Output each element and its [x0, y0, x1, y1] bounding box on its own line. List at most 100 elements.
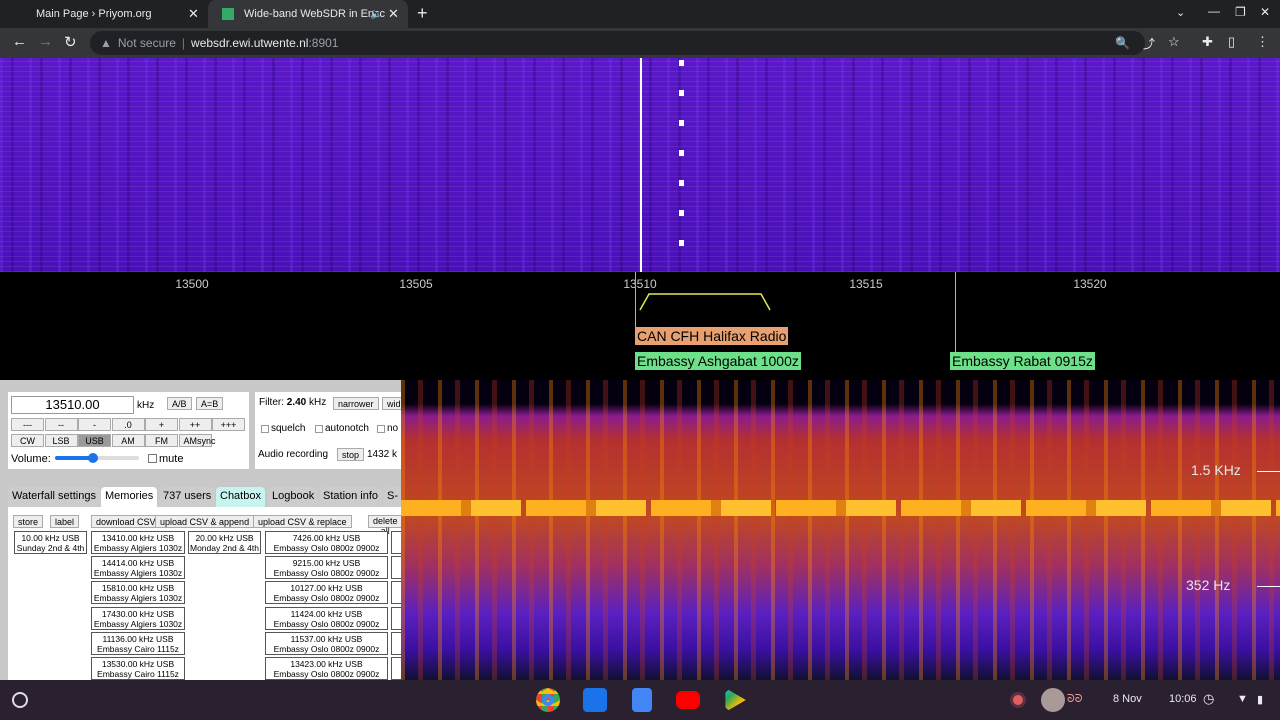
zoom-icon[interactable]: 🔍: [1115, 36, 1130, 50]
sidepanel-icon[interactable]: ▯: [1228, 34, 1235, 50]
share-icon[interactable]: ⤴: [1143, 35, 1155, 52]
launcher-icon[interactable]: [12, 692, 28, 708]
maximize-icon[interactable]: ❐: [1235, 5, 1246, 19]
volume-slider[interactable]: [55, 453, 139, 463]
reload-icon[interactable]: ↻: [64, 33, 77, 51]
youtube-icon[interactable]: [676, 691, 700, 709]
spectrum-marker: [1257, 471, 1280, 472]
step-button[interactable]: --: [44, 418, 78, 431]
new-tab-icon[interactable]: +: [417, 3, 428, 24]
memory-entry[interactable]: 13410.00 kHz USB Embassy Algiers 1030z: [91, 531, 185, 554]
wifi-icon[interactable]: ▼: [1237, 693, 1248, 705]
squelch-checkbox[interactable]: [261, 425, 269, 433]
memory-entry[interactable]: 11424.00 kHz USB Embassy Oslo 0800z 0900z: [265, 606, 388, 630]
step-button[interactable]: +: [145, 418, 178, 431]
url-field[interactable]: ▲ Not secure | websdr.ewi.utwente.nl:890…: [90, 31, 1145, 55]
tab-bar: Main Page › Priyom.org ✕ Wide-band WebSDR…: [0, 0, 1280, 28]
panel-tab[interactable]: Waterfall settings: [8, 487, 100, 507]
speaker-icon[interactable]: 🔈: [370, 9, 382, 20]
memory-action-button[interactable]: upload CSV & replace: [253, 515, 352, 528]
close-icon[interactable]: ✕: [188, 6, 199, 22]
forward-icon[interactable]: →: [38, 33, 53, 50]
files-icon[interactable]: [583, 688, 607, 712]
panel-tab[interactable]: Logbook: [268, 487, 319, 507]
mode-am-button[interactable]: AM: [111, 434, 145, 447]
memory-entry[interactable]: 7426.00 kHz USB Embassy Oslo 0800z 0900z: [265, 531, 388, 554]
panel-tab[interactable]: Memories: [101, 487, 158, 507]
panel-tab[interactable]: S-: [383, 487, 402, 507]
memory-entry[interactable]: 14414.00 kHz USB Embassy Algiers 1030z: [91, 556, 185, 580]
station-label-halifax[interactable]: CAN CFH Halifax Radio: [635, 327, 789, 345]
memory-action-button[interactable]: label: [50, 515, 80, 528]
scale-label: 13515: [849, 277, 883, 291]
minimize-icon[interactable]: —: [1208, 4, 1220, 18]
aeqb-button[interactable]: A=B: [196, 397, 224, 410]
close-window-icon[interactable]: ✕: [1260, 5, 1270, 19]
step-button[interactable]: +++: [212, 418, 245, 431]
autonotch-checkbox[interactable]: [315, 425, 323, 433]
passband-indicator[interactable]: [635, 290, 780, 312]
memory-entry[interactable]: 20.00 kHz USB Monday 2nd & 4th: [188, 531, 261, 554]
battery-icon[interactable]: ▮: [1257, 693, 1263, 706]
step-button[interactable]: ++: [178, 418, 212, 431]
mode-fm-button[interactable]: FM: [145, 434, 178, 447]
memory-action-button[interactable]: store: [13, 515, 44, 528]
step-button[interactable]: -: [78, 418, 111, 431]
step-button[interactable]: .0: [111, 418, 145, 431]
chevron-down-icon[interactable]: ⌄: [1176, 6, 1185, 19]
spectrum-marker: [1257, 586, 1280, 587]
browser-tab-websdr[interactable]: Wide-band WebSDR in Ensc 🔈 ✕: [208, 0, 408, 28]
stop-recording-button[interactable]: stop: [337, 448, 365, 461]
memory-entry[interactable]: 11537.00 kHz USB Embassy Oslo 0800z 0900z: [265, 631, 388, 655]
memory-entry[interactable]: 10.00 kHz USB Sunday 2nd & 4th: [14, 531, 87, 554]
station-label-ashgabat[interactable]: Embassy Ashgabat 1000z: [635, 352, 801, 370]
memory-action-button[interactable]: delete all: [368, 515, 403, 536]
panel-tab[interactable]: Station info: [319, 487, 383, 507]
date[interactable]: 8 Nov: [1113, 693, 1142, 705]
mode-usb-button[interactable]: USB: [78, 434, 111, 447]
extensions-icon[interactable]: ✚: [1202, 34, 1213, 50]
memory-entry[interactable]: 13530.00 kHz USB Embassy Cairo 1115z: [91, 657, 185, 680]
chrome-icon[interactable]: [536, 688, 560, 712]
tuning-box: 13510.00 kHz A/B A=B Volume: mute --- -- -…: [8, 392, 249, 469]
back-icon[interactable]: ←: [12, 33, 27, 50]
security-label: Not secure: [117, 36, 176, 50]
screen-record-icon[interactable]: [1010, 692, 1026, 708]
spectrum-label: 1.5 KHz: [1191, 462, 1241, 478]
filter-box: Filter: 2.40 kHz narrower wid squelch au…: [255, 392, 406, 469]
memory-entry[interactable]: 13423.00 kHz USB Embassy Oslo 0800z 0900z: [265, 657, 388, 680]
memory-entry[interactable]: 11136.00 kHz USB Embassy Cairo 1115z: [91, 631, 185, 655]
panel-tab[interactable]: Chatbox: [216, 487, 265, 507]
noise-checkbox[interactable]: [377, 425, 385, 433]
narrower-button[interactable]: narrower: [333, 397, 379, 410]
clock-icon: ◷: [1203, 691, 1215, 706]
memory-entry[interactable]: 15810.00 kHz USB Embassy Algiers 1030z: [91, 581, 185, 605]
station-label-rabat[interactable]: Embassy Rabat 0915z: [950, 352, 1095, 370]
clock[interactable]: 10:06: [1169, 693, 1197, 705]
mode-cw-button[interactable]: CW: [11, 434, 44, 447]
memory-action-button[interactable]: download CSV: [91, 515, 161, 528]
step-button[interactable]: ---: [11, 418, 44, 431]
mute-checkbox[interactable]: [148, 454, 157, 463]
memory-entry[interactable]: 10127.00 kHz USB Embassy Oslo 0800z 0900z: [265, 581, 388, 605]
docs-icon[interactable]: [632, 688, 652, 712]
frequency-input[interactable]: 13510.00: [11, 396, 134, 414]
menu-icon[interactable]: ⋮: [1256, 34, 1269, 50]
close-icon[interactable]: ✕: [388, 6, 399, 22]
frequency-scale[interactable]: 13500 13505 13510 13515 13520: [0, 272, 1280, 352]
frequency-unit: kHz: [137, 400, 155, 411]
panel-tab[interactable]: 737 users: [159, 487, 216, 507]
waterfall-carrier-line: [640, 58, 642, 272]
browser-tab-priyom[interactable]: Main Page › Priyom.org ✕: [0, 0, 205, 28]
ab-button[interactable]: A/B: [167, 397, 192, 410]
mode-lsb-button[interactable]: LSB: [44, 434, 78, 447]
noise-label: no: [387, 423, 399, 434]
url-port: :8901: [308, 36, 339, 50]
recording-label: Audio recording: [258, 449, 329, 460]
memory-entry[interactable]: 17430.00 kHz USB Embassy Algiers 1030z: [91, 606, 185, 630]
memory-action-button[interactable]: upload CSV & append: [155, 515, 255, 528]
avatar[interactable]: [1041, 688, 1065, 712]
star-icon[interactable]: ☆: [1168, 34, 1180, 50]
memory-entry[interactable]: 9215.00 kHz USB Embassy Oslo 0800z 0900z: [265, 556, 388, 580]
mode-amsync-button[interactable]: AMsync: [178, 434, 216, 447]
